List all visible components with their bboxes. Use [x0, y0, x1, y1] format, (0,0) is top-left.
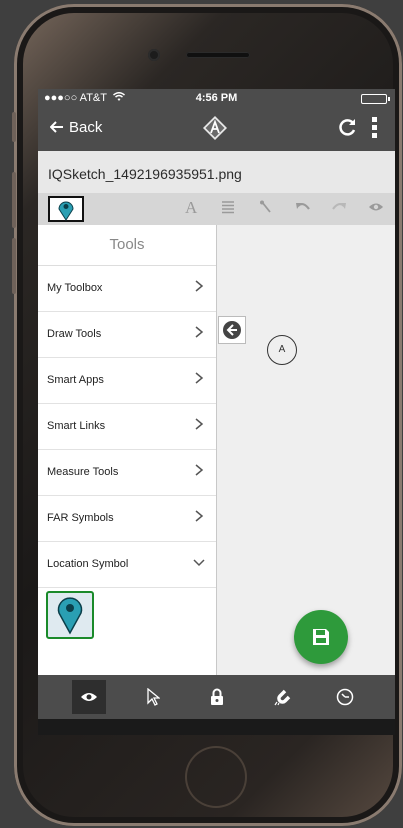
pointer-icon	[147, 687, 161, 706]
back-button[interactable]: Back	[49, 119, 103, 136]
file-bar: IQSketch_1492196935951.png	[38, 151, 395, 193]
magnet-icon	[274, 689, 291, 706]
clock-time: 4:56 PM	[195, 92, 238, 104]
chevron-right-icon	[195, 418, 204, 430]
bottom-bar	[38, 675, 395, 719]
tools-item-label: FAR Symbols	[47, 512, 114, 524]
lock-button[interactable]	[200, 680, 234, 714]
back-label: Back	[69, 119, 103, 136]
tools-item-label: Location Symbol	[47, 558, 129, 570]
app-screen: ●●●○○ AT&T 4:56 PM Back IQSketch_1492196…	[38, 89, 395, 735]
redo-icon[interactable]	[338, 117, 358, 137]
tools-item-location-symbol[interactable]: Location Symbol	[38, 542, 216, 588]
more-menu-icon[interactable]	[372, 117, 378, 139]
tools-item-label: Smart Links	[47, 420, 106, 432]
earpiece-speaker	[186, 52, 250, 58]
tools-item-label: Measure Tools	[47, 466, 119, 478]
save-icon	[313, 629, 329, 645]
redo-edit-icon[interactable]	[331, 200, 347, 214]
tools-item-far-symbols[interactable]: FAR Symbols	[38, 496, 216, 542]
chevron-down-icon	[193, 559, 205, 567]
volume-up-button	[12, 172, 16, 228]
visibility-icon[interactable]	[368, 200, 384, 214]
tools-item-label: My Toolbox	[47, 282, 103, 294]
front-camera	[148, 49, 160, 61]
select-mode-button[interactable]	[136, 680, 170, 714]
tools-panel-title: Tools	[38, 225, 216, 266]
chevron-right-icon	[195, 510, 204, 522]
lock-icon	[211, 688, 223, 705]
screen-bottom-strip	[38, 719, 395, 735]
chevron-right-icon	[195, 280, 204, 292]
tools-item-draw-tools[interactable]: Draw Tools	[38, 312, 216, 358]
chevron-right-icon	[195, 372, 204, 384]
mute-switch	[12, 112, 16, 142]
clock-icon	[336, 688, 354, 706]
home-button[interactable]	[185, 746, 247, 808]
tools-item-label: Draw Tools	[47, 328, 102, 340]
chevron-right-icon	[195, 464, 204, 476]
nav-bar: Back	[38, 107, 395, 151]
chevron-right-icon	[195, 326, 204, 338]
location-pin-icon	[58, 201, 74, 221]
volume-down-button	[12, 238, 16, 294]
undo-icon[interactable]	[295, 200, 311, 214]
location-pin-icon	[57, 597, 83, 635]
location-symbol-tile[interactable]	[46, 591, 94, 639]
tools-item-my-toolbox[interactable]: My Toolbox	[38, 266, 216, 312]
save-button[interactable]	[294, 610, 348, 664]
draw-line-icon[interactable]	[259, 200, 273, 214]
battery-icon	[361, 94, 390, 104]
tools-item-smart-apps[interactable]: Smart Apps	[38, 358, 216, 404]
tools-item-measure-tools[interactable]: Measure Tools	[38, 450, 216, 496]
arrow-left-circle-icon	[223, 321, 241, 339]
collapse-panel-button[interactable]	[218, 316, 246, 344]
text-tool-icon[interactable]: A	[185, 198, 197, 218]
tools-item-smart-links[interactable]: Smart Links	[38, 404, 216, 450]
app-logo-icon	[203, 116, 227, 140]
file-name: IQSketch_1492196935951.png	[48, 166, 242, 182]
tools-item-label: Smart Apps	[47, 374, 104, 386]
tools-panel: Tools My Toolbox Draw Tools Smart Apps S…	[38, 225, 217, 675]
canvas-marker-a[interactable]: A	[267, 335, 297, 365]
edit-toolbar: A	[38, 193, 395, 225]
back-arrow-icon	[49, 121, 63, 133]
align-icon[interactable]	[221, 200, 235, 214]
status-bar: ●●●○○ AT&T 4:56 PM	[38, 89, 395, 107]
snap-button[interactable]	[266, 680, 300, 714]
history-button[interactable]	[328, 680, 362, 714]
selected-symbol-button[interactable]	[48, 196, 84, 222]
eye-icon	[81, 693, 97, 701]
view-mode-button[interactable]	[72, 680, 106, 714]
